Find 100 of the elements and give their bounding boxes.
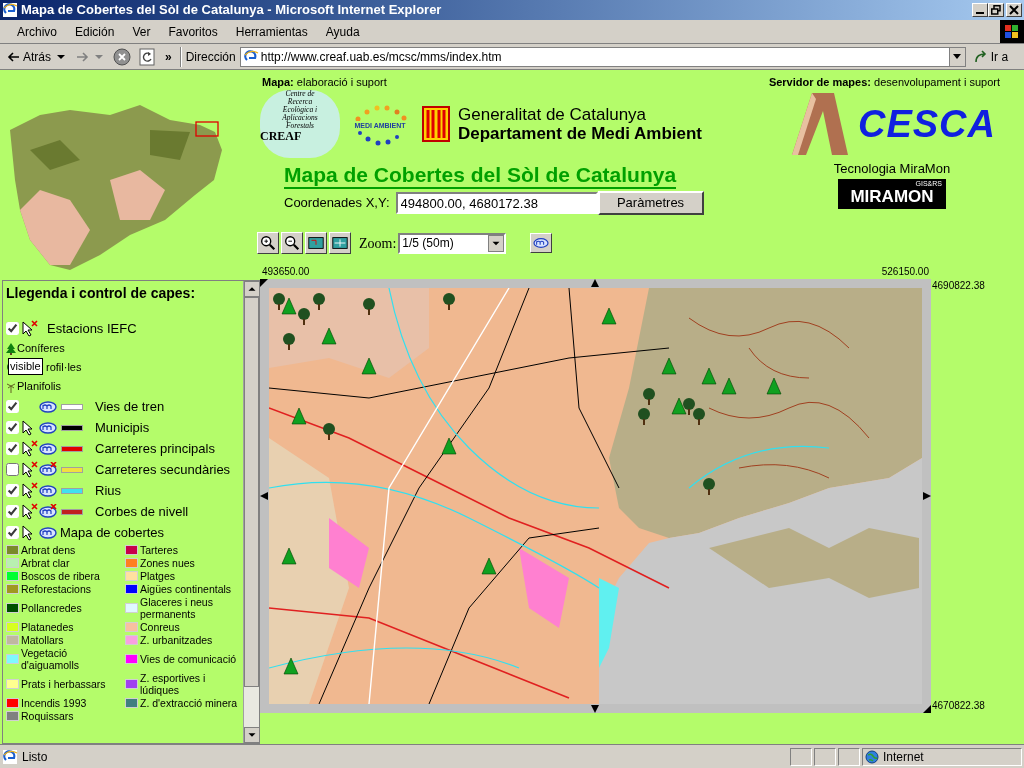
category-label: Tarteres [140, 544, 178, 556]
restore-button[interactable] [988, 3, 1004, 17]
stop-icon[interactable] [113, 47, 131, 66]
legend-sublabel: Planifolis [17, 379, 62, 395]
address-label: Dirección [185, 48, 236, 66]
layer-label[interactable]: Corbes de nivell [95, 501, 189, 522]
info-icon[interactable] [39, 482, 57, 499]
map-view-icon [307, 234, 325, 252]
parameters-button[interactable]: Paràmetres [597, 191, 704, 215]
category-label: Zones nues [140, 557, 195, 569]
info-icon[interactable] [39, 440, 57, 457]
status-panel [814, 747, 836, 766]
layer-checkbox[interactable] [6, 442, 19, 455]
zoom-out-icon [283, 234, 301, 252]
map-view-button[interactable] [305, 232, 327, 254]
cursor-crossed-icon[interactable] [21, 461, 38, 478]
cursor-crossed-icon[interactable] [21, 482, 38, 499]
close-icon [1009, 5, 1019, 15]
go-arrow-icon [973, 49, 988, 64]
forward-arrow-icon[interactable] [75, 50, 91, 63]
layer-checkbox[interactable] [6, 526, 19, 539]
menu-item[interactable]: Archivo [8, 22, 66, 41]
scroll-up-icon[interactable] [244, 281, 260, 297]
zoom-label: Zoom: [359, 234, 397, 253]
scroll-down-icon[interactable] [244, 727, 260, 743]
zoom-in-icon [259, 234, 277, 252]
status-panel [790, 747, 812, 766]
category-label: Incendis 1993 [21, 697, 87, 709]
cursor-crossed-icon[interactable] [21, 440, 38, 457]
legend-title: Llegenda i control de capes: [6, 284, 197, 303]
info-icon[interactable] [39, 398, 57, 415]
refresh-icon[interactable] [139, 47, 155, 66]
close-button[interactable] [1006, 3, 1022, 17]
menu-item[interactable]: Ver [123, 22, 160, 41]
menu-item[interactable]: Herramientas [226, 22, 317, 41]
back-arrow-icon [6, 50, 20, 63]
department-text: Departament de Medi Ambient [458, 124, 703, 143]
shield-icon [422, 106, 450, 142]
layer-checkbox[interactable] [6, 463, 19, 476]
coordinate-label: 4690822.38 [932, 280, 985, 292]
cesca-logo: CESCA [858, 104, 996, 144]
layer-checkbox[interactable] [6, 322, 19, 335]
zoom-value: 1/5 (50m) [401, 235, 455, 252]
back-button[interactable]: Atrás [4, 47, 53, 66]
info-icon[interactable] [39, 524, 57, 541]
coordinate-label: 4670822.38 [932, 700, 985, 712]
scroll-thumb[interactable] [244, 297, 259, 687]
menu-item[interactable]: Favoritos [159, 22, 227, 41]
category-label: Glaceres i neus permanents [140, 596, 214, 620]
more-tools-button[interactable]: » [165, 47, 172, 66]
category-label: Z. d'extracció minera [140, 697, 238, 709]
legend-sublabel: Coníferes [17, 341, 65, 357]
layer-checkbox[interactable] [6, 505, 19, 518]
pan-up-left-icon[interactable] [260, 279, 268, 287]
minimize-icon [976, 12, 984, 14]
layer-checkbox[interactable] [6, 484, 19, 497]
zoom-in-button[interactable] [257, 232, 279, 254]
coordinates-field[interactable]: 494800.00, 4680172.38 [395, 192, 598, 214]
credit-text: Servidor de mapes: desenvolupament i suport [768, 76, 1000, 89]
menu-item[interactable]: Ayuda [316, 22, 369, 41]
browser-icon [2, 2, 18, 18]
category-label: Arbrat dens [21, 544, 76, 556]
tooltip: visible [8, 358, 43, 375]
go-button[interactable]: Ir a [973, 47, 1009, 66]
full-extent-button[interactable] [329, 232, 351, 254]
dropdown-arrow-icon[interactable] [57, 53, 65, 60]
restore-icon [991, 5, 1001, 15]
layer-label[interactable]: Mapa de cobertes [60, 522, 165, 543]
status-panel [838, 747, 860, 766]
zone-text: Internet [883, 748, 924, 766]
pan-down-right-icon[interactable] [923, 705, 931, 713]
page-icon [2, 748, 18, 765]
zoom-dropdown[interactable]: 1/5 (50m) [398, 232, 507, 254]
layer-checkbox[interactable] [6, 421, 19, 434]
layer-label[interactable]: Carreteres secundàries [95, 459, 231, 480]
category-label: Z. urbanitzades [140, 634, 213, 646]
layer-label[interactable]: Rius [95, 480, 121, 501]
zoom-out-button[interactable] [281, 232, 303, 254]
category-label: Vies de comunicació [140, 653, 237, 665]
category-label: Arbrat clar [21, 557, 70, 569]
dropdown-arrow-icon[interactable] [953, 54, 962, 59]
info-crossed-icon[interactable] [39, 461, 57, 478]
layer-label[interactable]: Carreteres principals [95, 438, 215, 459]
cursor-crossed-icon[interactable] [21, 503, 38, 520]
scrollbar[interactable] [243, 281, 259, 743]
info-crossed-icon[interactable] [39, 503, 57, 520]
layer-label[interactable]: Vies de tren [95, 396, 165, 417]
minimize-button[interactable] [972, 3, 988, 17]
legend-sublabel: rofil·les [46, 360, 82, 376]
info-icon[interactable] [39, 419, 57, 436]
conifer-tree-icon [6, 342, 16, 355]
layer-checkbox[interactable] [6, 400, 19, 413]
cursor-crossed-icon[interactable] [21, 320, 38, 337]
category-label: Conreus [140, 621, 180, 633]
coordinates-label: Coordenades X,Y: [284, 194, 390, 213]
miramon-button[interactable] [530, 233, 553, 253]
coordinate-label: 526150.00 [881, 266, 929, 278]
layer-label[interactable]: Municipis [95, 417, 150, 438]
menu-item[interactable]: Edición [66, 22, 124, 41]
layer-label[interactable]: Estacions IEFC [47, 318, 137, 339]
